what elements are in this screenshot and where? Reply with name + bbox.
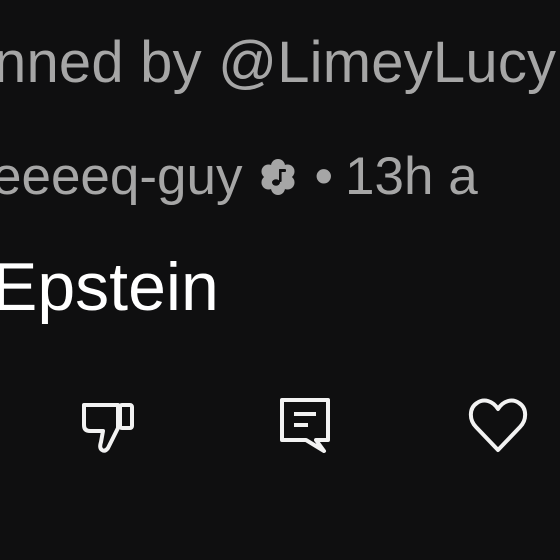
thumbs-down-icon: [78, 395, 138, 455]
comment-button[interactable]: [272, 392, 338, 458]
meta-separator: •: [314, 147, 334, 206]
heart-icon: [467, 396, 529, 454]
dislike-button[interactable]: [75, 392, 141, 458]
flower-badge-icon: [256, 155, 300, 199]
post-body: Epstein: [0, 249, 219, 325]
comment-icon: [276, 394, 334, 456]
author-username[interactable]: eeeeq-guy: [0, 150, 242, 203]
like-button[interactable]: [465, 392, 531, 458]
post-actions: [0, 392, 560, 458]
post-timestamp: 13h a: [345, 147, 478, 206]
post-meta: eeeeq-guy • 13h a: [0, 150, 478, 203]
pinned-label: nned by @LimeyLucy: [0, 30, 557, 95]
